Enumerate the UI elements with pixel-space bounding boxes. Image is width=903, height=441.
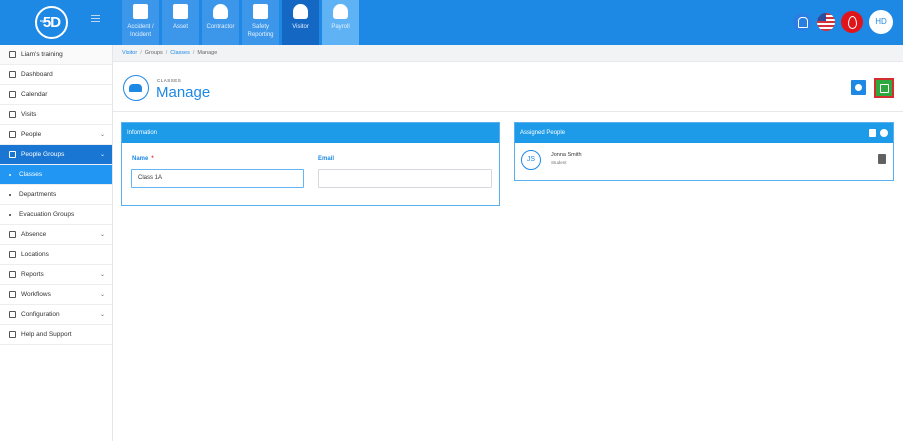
sidebar-item-departments[interactable]: Departments (0, 185, 112, 205)
module-contractor[interactable]: Contractor (202, 0, 239, 45)
trash-icon[interactable] (878, 154, 886, 164)
visitor-icon (293, 4, 308, 19)
us-flag-icon[interactable] (817, 13, 835, 31)
hard-hat-icon (213, 4, 228, 19)
locations-icon (9, 251, 16, 258)
sidebar-item-calendar[interactable]: Calendar (0, 85, 112, 105)
sidebar-item-absence[interactable]: Absence ⌄ (0, 225, 112, 245)
branch-icon (9, 51, 16, 58)
module-accident-incident[interactable]: Accident / Incident (122, 0, 159, 45)
back-button[interactable] (851, 80, 866, 95)
chevron-down-icon: ⌄ (99, 312, 105, 318)
breadcrumb-visitor[interactable]: Visitor (122, 50, 137, 56)
people-groups-icon (9, 151, 16, 158)
sidebar-item-dashboard[interactable]: Dashboard (0, 65, 112, 85)
sidebar-item-help-and-support[interactable]: Help and Support (0, 325, 112, 345)
name-input[interactable]: Class 1A (131, 169, 304, 188)
email-label: Email (318, 156, 335, 162)
sidebar-item-visits[interactable]: Visits (0, 105, 112, 125)
main-content: Visitor / Groups / Classes / Manage CLAS… (113, 45, 903, 441)
required-marker: * (151, 156, 154, 162)
sidebar-item-workflows[interactable]: Workflows ⌄ (0, 285, 112, 305)
sidebar-item-locations[interactable]: Locations (0, 245, 112, 265)
sidebar-item-evacuation-groups[interactable]: Evacuation Groups (0, 205, 112, 225)
module-payroll[interactable]: Payroll (322, 0, 359, 45)
sidebar: Liam's training Dashboard Calendar Visit… (0, 45, 113, 441)
sidebar-item-liams-training[interactable]: Liam's training (0, 45, 112, 65)
name-label: Name * (132, 156, 154, 162)
assigned-people-panel: Assigned People JS Jonna Smith Student (514, 122, 894, 181)
page-header: CLASSES Manage (113, 62, 903, 112)
module-visitor[interactable]: Visitor (282, 0, 319, 45)
information-panel: Information Name * Class 1A Email (121, 122, 500, 206)
breadcrumb-classes[interactable]: Classes (170, 50, 190, 56)
bell-icon[interactable] (793, 13, 811, 31)
sidebar-item-classes[interactable]: Classes (0, 165, 112, 185)
section-label: CLASSES (157, 78, 182, 83)
sidebar-item-configuration[interactable]: Configuration ⌄ (0, 305, 112, 325)
visits-icon (9, 111, 16, 118)
accident-icon (133, 4, 148, 19)
module-asset[interactable]: Asset (162, 0, 199, 45)
trash-icon[interactable] (869, 129, 876, 137)
people-icon (9, 131, 16, 138)
bullet-icon (9, 193, 11, 196)
page-title: Manage (156, 84, 211, 101)
chevron-down-icon: ⌄ (99, 272, 105, 278)
chevron-down-icon: ⌄ (99, 292, 105, 298)
email-input[interactable] (318, 169, 492, 188)
top-right-actions: HD (793, 9, 893, 35)
safety-report-icon (253, 4, 268, 19)
sidebar-item-people-groups[interactable]: People Groups ⌄ (0, 145, 112, 165)
person-role: Student (551, 160, 567, 165)
save-button[interactable] (874, 78, 894, 98)
coins-icon (333, 4, 348, 19)
menu-toggle-icon[interactable] (91, 15, 100, 24)
chevron-down-icon: ⌄ (99, 132, 105, 138)
breadcrumb-manage: Manage (197, 50, 218, 56)
information-panel-title: Information (122, 123, 499, 143)
configuration-icon (9, 311, 16, 318)
breadcrumb-groups[interactable]: Groups (145, 50, 163, 56)
sidebar-item-people[interactable]: People ⌄ (0, 125, 112, 145)
list-item[interactable]: JS Jonna Smith Student (515, 143, 893, 180)
workflows-icon (9, 291, 16, 298)
add-person-icon[interactable] (880, 129, 888, 137)
people-groups-icon (123, 75, 149, 101)
logo-area: cgi 5D (0, 0, 113, 45)
chevron-down-icon: ⌄ (99, 232, 105, 238)
breadcrumb: Visitor / Groups / Classes / Manage (113, 45, 903, 62)
assigned-people-panel-title: Assigned People (515, 123, 893, 143)
app-logo[interactable]: cgi 5D (35, 6, 68, 39)
user-avatar[interactable]: HD (869, 10, 893, 34)
top-bar: cgi 5D Accident / Incident Asset Contrac… (0, 0, 903, 45)
person-name: Jonna Smith (551, 152, 582, 158)
fire-alert-icon[interactable] (841, 11, 863, 33)
dashboard-icon (9, 71, 16, 78)
chevron-down-icon: ⌄ (99, 152, 105, 158)
module-bar: Accident / Incident Asset Contractor Saf… (122, 0, 362, 45)
help-icon (9, 331, 16, 338)
absence-icon (9, 231, 16, 238)
assigned-panel-actions (869, 129, 888, 137)
asset-icon (173, 4, 188, 19)
bullet-icon (9, 173, 11, 176)
bullet-icon (9, 213, 11, 216)
reports-icon (9, 271, 16, 278)
sidebar-item-reports[interactable]: Reports ⌄ (0, 265, 112, 285)
avatar: JS (521, 150, 541, 170)
calendar-icon (9, 91, 16, 98)
module-safety-reporting[interactable]: Safety Reporting (242, 0, 279, 45)
